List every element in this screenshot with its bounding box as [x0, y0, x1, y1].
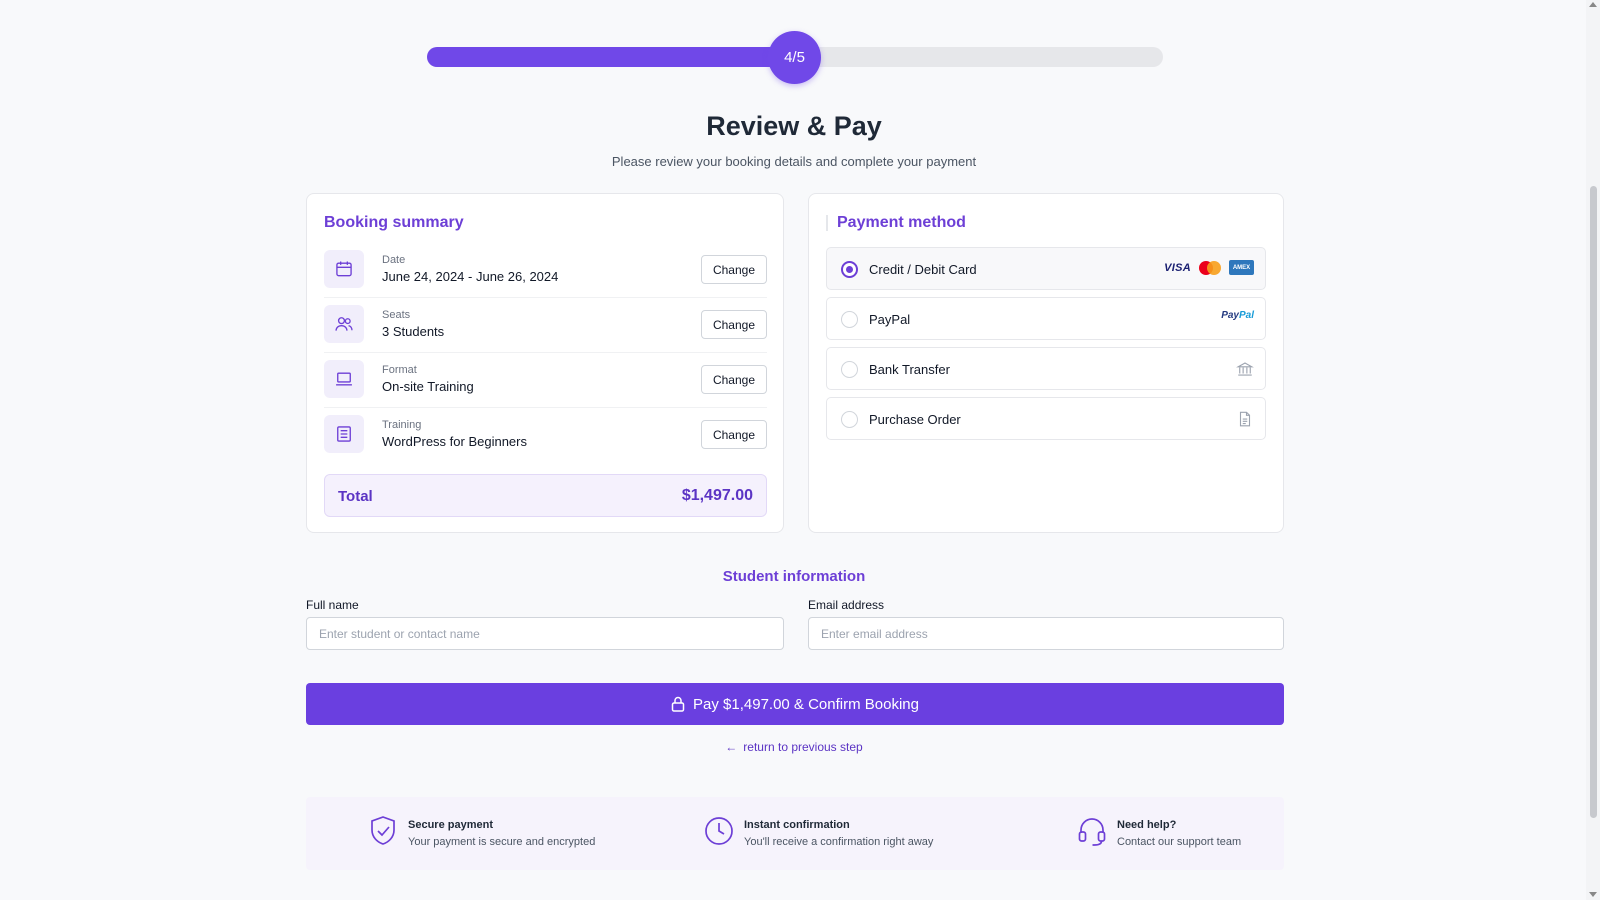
payment-option-label: PayPal: [869, 312, 911, 327]
change-date-button[interactable]: Change: [701, 255, 767, 284]
feature-desc: Contact our support team: [1117, 836, 1242, 848]
scrollbar-thumb[interactable]: [1590, 186, 1597, 818]
lock-icon: [671, 696, 685, 712]
payment-method-card: Payment method Credit / Debit Card VISA …: [808, 193, 1284, 533]
payment-option-purchase-order[interactable]: Purchase Order: [826, 397, 1266, 440]
row-value: WordPress for Beginners: [382, 434, 527, 449]
payment-option-label: Purchase Order: [869, 412, 961, 427]
email-input[interactable]: [808, 617, 1284, 650]
document-list-icon: [324, 415, 364, 453]
row-value: On-site Training: [382, 379, 474, 394]
payment-option-label: Credit / Debit Card: [869, 262, 977, 277]
page-title: Review & Pay: [706, 111, 882, 141]
full-name-label: Full name: [306, 598, 359, 612]
feature-title: Need help?: [1117, 819, 1177, 831]
summary-row-date: Date June 24, 2024 - June 26, 2024 Chang…: [324, 243, 767, 297]
title-accent-bar: [826, 215, 828, 231]
paypal-logo-text: Pal: [1238, 310, 1254, 321]
scroll-down-icon[interactable]: [1589, 892, 1597, 897]
radio-card[interactable]: [841, 261, 858, 278]
row-label: Date: [382, 254, 406, 266]
full-name-input[interactable]: [306, 617, 784, 650]
payment-option-card[interactable]: Credit / Debit Card VISA AMEX: [826, 247, 1266, 290]
payment-method-title: Payment method: [837, 214, 966, 231]
bank-icon: [1236, 360, 1254, 383]
page-subtitle: Please review your booking details and c…: [611, 154, 977, 169]
summary-row-training: Training WordPress for Beginners Change: [324, 408, 767, 462]
total-box: Total $1,497.00: [324, 474, 767, 517]
paypal-logo: PayPal: [1221, 310, 1254, 321]
clock-icon: [705, 817, 733, 845]
radio-bank[interactable]: [841, 361, 858, 378]
pay-confirm-button[interactable]: Pay $1,497.00 & Confirm Booking: [306, 683, 1284, 725]
row-value: 3 Students: [382, 324, 445, 339]
total-value: $1,497.00: [681, 487, 753, 504]
email-label: Email address: [808, 598, 885, 612]
calendar-icon: [324, 250, 364, 288]
row-label: Seats: [382, 309, 411, 321]
step-progress-bar: 4/5: [427, 31, 1163, 84]
progress-fill: [427, 47, 795, 67]
change-format-button[interactable]: Change: [701, 365, 767, 394]
change-training-button[interactable]: Change: [701, 420, 767, 449]
visa-logo: VISA: [1164, 261, 1191, 274]
scrollbar[interactable]: [1586, 0, 1600, 900]
back-link-label: return to previous step: [743, 740, 863, 754]
change-seats-button[interactable]: Change: [701, 310, 767, 339]
row-value: June 24, 2024 - June 26, 2024: [382, 269, 559, 284]
row-label: Format: [382, 364, 417, 376]
summary-row-format: Format On-site Training Change: [324, 353, 767, 407]
payment-option-paypal[interactable]: PayPal PayPal: [826, 297, 1266, 340]
users-icon: [324, 305, 364, 343]
booking-summary-title: Booking summary: [324, 214, 464, 231]
arrow-left-icon: ←: [725, 740, 738, 754]
scroll-up-icon[interactable]: [1589, 2, 1597, 7]
paypal-logo-text: Pay: [1221, 310, 1239, 321]
document-icon: [1236, 410, 1254, 433]
radio-paypal[interactable]: [841, 311, 858, 328]
shield-check-icon: [371, 816, 395, 845]
payment-option-label: Bank Transfer: [869, 362, 950, 377]
amex-logo: AMEX: [1229, 260, 1254, 275]
feature-title: Instant confirmation: [744, 819, 850, 831]
feature-title: Secure payment: [408, 819, 493, 831]
payment-option-bank[interactable]: Bank Transfer: [826, 347, 1266, 390]
features-strip: Secure payment Your payment is secure an…: [306, 797, 1284, 870]
summary-row-seats: Seats 3 Students Change: [324, 298, 767, 352]
mastercard-logo: [1199, 260, 1221, 275]
feature-desc: Your payment is secure and encrypted: [408, 836, 596, 848]
laptop-icon: [324, 360, 364, 398]
total-label: Total: [338, 488, 373, 505]
student-info-title: Student information: [722, 568, 866, 585]
booking-summary-card: Booking summary Date June 24, 2024 - Jun…: [306, 193, 784, 533]
headset-icon: [1078, 818, 1106, 846]
row-label: Training: [382, 419, 422, 431]
feature-desc: You'll receive a confirmation right away: [744, 836, 934, 848]
pay-button-label: Pay $1,497.00 & Confirm Booking: [693, 695, 919, 713]
radio-purchase-order[interactable]: [841, 411, 858, 428]
step-indicator: 4/5: [768, 31, 821, 84]
return-previous-step-link[interactable]: ← return to previous step: [0, 740, 1588, 754]
